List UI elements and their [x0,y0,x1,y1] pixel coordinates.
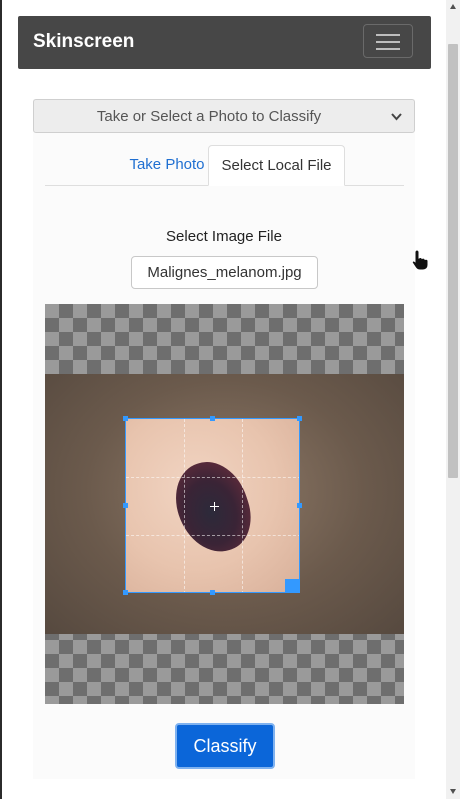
tab-select-local-file[interactable]: Select Local File [208,145,345,186]
crop-grid-line [242,419,243,592]
crop-grid-line [126,477,299,478]
crop-selection-box[interactable] [125,418,300,593]
hand-pointer-icon [411,249,429,271]
image-cropper[interactable] [45,304,404,704]
scroll-thumb[interactable] [448,44,458,478]
crop-handle-ne[interactable] [297,416,302,421]
crop-handle-s[interactable] [210,590,215,595]
tab-take-photo[interactable]: Take Photo [117,145,217,185]
crop-handle-nw[interactable] [123,416,128,421]
brand-title[interactable]: Skinscreen [33,31,134,53]
classify-card: Take or Select a Photo to Classify Take … [33,99,415,779]
scroll-down-icon[interactable] [449,787,457,795]
crop-handle-w[interactable] [123,503,128,508]
crop-handle-e[interactable] [297,503,302,508]
dropdown-label: Take or Select a Photo to Classify [96,108,322,125]
page: Skinscreen Take or Select a Photo to Cla… [2,0,446,799]
crop-resize-handle[interactable] [285,579,299,592]
crop-handle-sw[interactable] [123,590,128,595]
classify-button[interactable]: Classify [175,723,275,769]
file-input[interactable]: Malignes_melanom.jpg [131,256,318,289]
crop-handle-n[interactable] [210,416,215,421]
navbar: Skinscreen [18,16,431,69]
scroll-up-icon[interactable] [449,3,457,11]
photo-source-dropdown[interactable]: Take or Select a Photo to Classify [33,99,415,133]
crop-center-icon [210,502,219,511]
crop-grid-line [184,419,185,592]
crop-grid-line [126,535,299,536]
chevron-down-icon [391,113,402,121]
file-picker-label: Select Image File [166,228,282,245]
vertical-scrollbar[interactable] [446,0,460,799]
menu-toggle-button[interactable] [363,24,413,58]
source-tabs: Take Photo Select Local File [45,145,404,186]
